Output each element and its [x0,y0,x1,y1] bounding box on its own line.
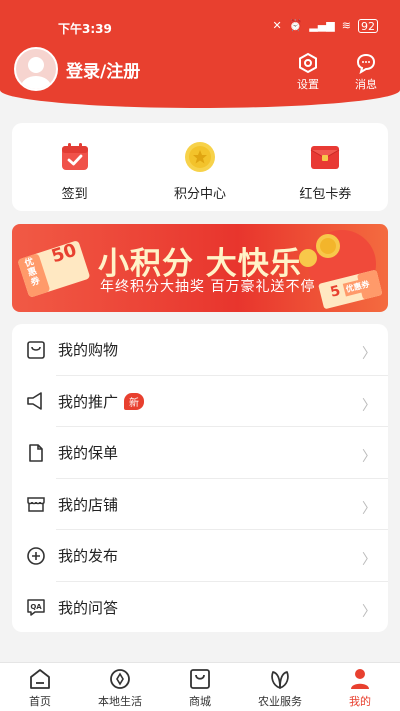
bottom-tab-bar: 首页 本地生活 商城 农业服务 我的 [0,662,400,711]
svg-text:QA: QA [30,603,42,611]
coin-star-icon [184,141,216,173]
compass-icon [110,669,130,689]
promo-banner[interactable]: 优惠券 50 5 优惠券 小积分 大快乐 年终积分大抽奖 百万豪礼送不停 [12,224,388,312]
store-icon [27,497,45,512]
menu-item-label: 我的发布 [58,547,119,566]
red-envelope-icon [309,141,341,173]
chevron-right-icon: 〉 [362,500,376,517]
battery-icon: 92 [358,19,378,33]
quick-action-label: 积分中心 [173,187,226,202]
quick-action-red-envelope[interactable]: 红包卡券 [263,123,388,211]
person-icon [351,669,369,689]
menu-item-promotion[interactable]: 我的推广 新 〉 [12,376,388,427]
plus-circle-icon [27,546,45,565]
quick-action-label: 签到 [61,187,88,202]
menu-item-shopping[interactable]: 我的购物 〉 [12,324,388,376]
settings-button[interactable]: 设置 [290,52,326,92]
quick-action-checkin[interactable]: 签到 [12,123,137,211]
document-icon [29,443,43,462]
tab-label: 本地生活 [98,695,142,708]
wifi-icon: ≋ [341,19,351,32]
settings-label: 设置 [297,78,319,91]
messages-label: 消息 [355,78,377,91]
message-bubble-icon [356,53,376,74]
menu-item-label: 我的保单 [58,444,119,463]
status-bar: 下午3:39 ✕ ⏰ ▂▄▆ ≋ 92 [0,0,400,36]
chevron-right-icon: 〉 [362,449,376,465]
shopping-bag-icon [27,340,45,359]
megaphone-icon [27,392,42,411]
tab-label: 农业服务 [258,695,302,708]
tab-agri-service[interactable]: 农业服务 [240,663,320,711]
menu-list: 我的购物 〉 我的推广 新 〉 我的保单 〉 我的店铺 〉 我的发布 〉 QA … [12,324,388,632]
menu-item-store[interactable]: 我的店铺 〉 [12,479,388,530]
login-register-link[interactable]: 登录/注册 [66,57,140,82]
tab-mall[interactable]: 商城 [160,663,240,711]
menu-item-label: 我的购物 [58,341,119,360]
chevron-right-icon: 〉 [362,397,376,414]
avatar [14,47,58,91]
tab-local-life[interactable]: 本地生活 [80,663,160,711]
banner-subtitle: 年终积分大抽奖 百万豪礼送不停 [100,279,316,295]
settings-hexagon-icon [299,52,317,74]
menu-item-label: 我的店铺 [58,495,119,514]
quick-actions-card: 签到 积分中心 红包卡券 [12,123,388,211]
tab-label: 商城 [189,695,211,708]
new-badge: 新 [124,392,145,410]
home-icon [30,669,50,689]
quick-action-points-center[interactable]: 积分中心 [137,123,262,211]
chevron-right-icon: 〉 [362,552,376,568]
menu-item-qa[interactable]: QA 我的问答 〉 [12,582,388,634]
menu-item-publish[interactable]: 我的发布 〉 [12,530,388,582]
alarm-icon: ⏰ [288,19,303,32]
tab-label: 首页 [29,695,51,708]
status-time: 下午3:39 [58,22,112,36]
messages-button[interactable]: 消息 [348,52,384,92]
silent-icon: ✕ [272,19,282,32]
qa-icon: QA [27,599,45,616]
signal-icon: ▂▄▆ [309,19,335,32]
profile-login[interactable]: 登录/注册 [14,47,140,91]
bag-icon [190,669,210,689]
tab-mine[interactable]: 我的 [320,663,400,711]
status-icons: ✕ ⏰ ▂▄▆ ≋ 92 [272,19,378,33]
avatar-person-icon [21,57,51,89]
menu-item-label: 我的推广 [58,392,119,411]
menu-item-policy[interactable]: 我的保单 〉 [12,427,388,479]
menu-item-label: 我的问答 [58,598,119,617]
chevron-right-icon: 〉 [362,346,376,362]
tab-label: 我的 [349,695,371,708]
quick-action-label: 红包卡券 [299,187,352,202]
chevron-right-icon: 〉 [362,603,376,620]
leaf-icon [271,671,289,689]
tab-home[interactable]: 首页 [0,663,80,711]
calendar-check-icon [59,141,91,173]
